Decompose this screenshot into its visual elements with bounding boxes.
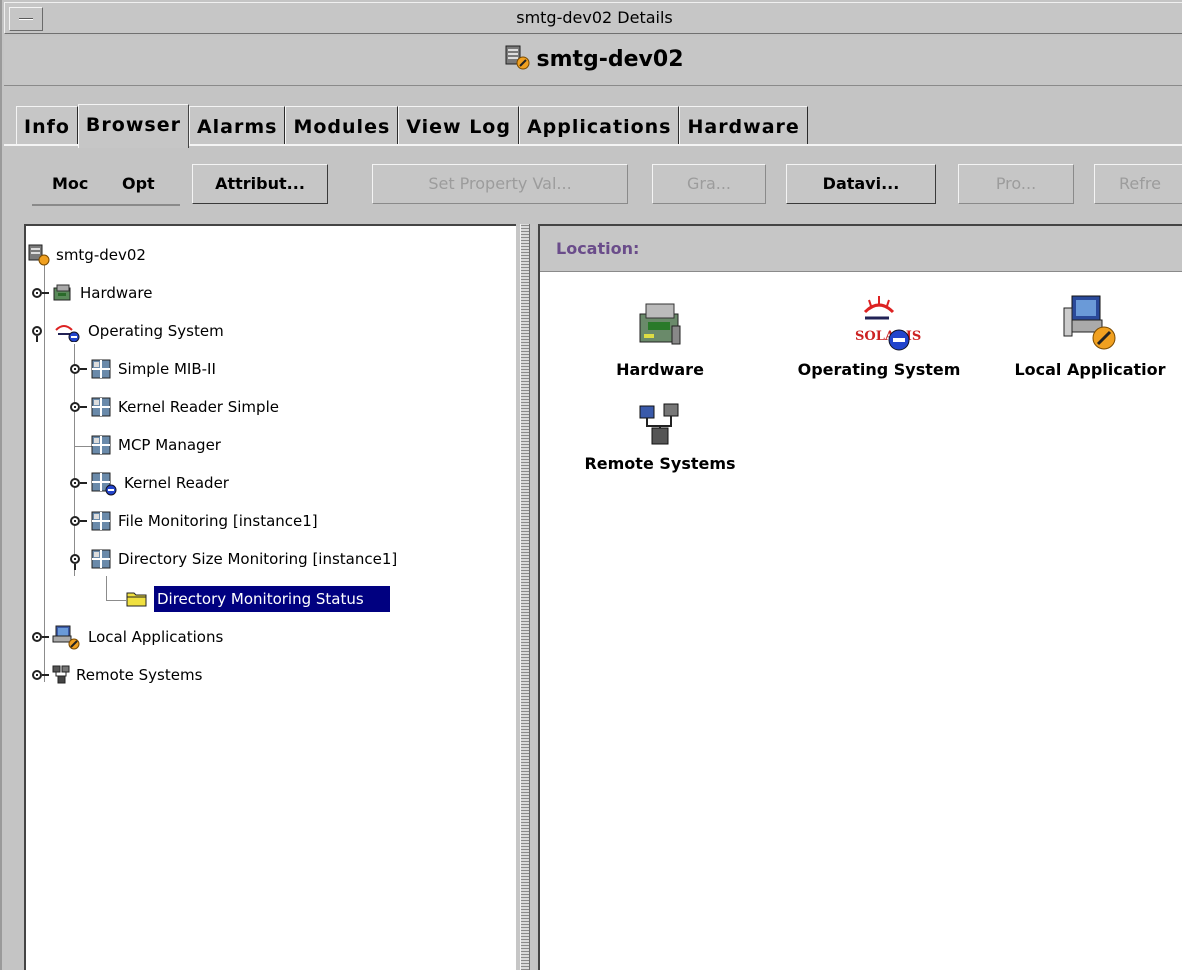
- toolbar: Moc Opt Attribut... Set Property Val... …: [16, 160, 1182, 210]
- tab-modules[interactable]: Modules: [285, 106, 399, 146]
- hardware-icon: [632, 298, 688, 354]
- window-title: smtg-dev02 Details: [516, 8, 673, 27]
- browser-item-label: Local Applicatior: [1014, 360, 1166, 379]
- tree-item-kernel-reader-simple[interactable]: Kernel Reader Simple: [70, 392, 279, 422]
- tree-line: [106, 576, 107, 600]
- tree-label: Simple MIB-II: [118, 360, 216, 378]
- tab-info[interactable]: Info: [16, 106, 78, 146]
- tab-view-log[interactable]: View Log: [398, 106, 519, 146]
- tree-item-local-applications[interactable]: Local Applications: [32, 622, 223, 652]
- splitter-grip[interactable]: [520, 224, 530, 970]
- tab-bar: Info Browser Alarms Modules View Log App…: [16, 104, 808, 148]
- solaris-logo-text: SOLARIS: [855, 329, 921, 344]
- tab-applications[interactable]: Applications: [518, 106, 680, 146]
- set-property-button[interactable]: Set Property Val...: [372, 164, 628, 204]
- expand-toggle-icon[interactable]: [32, 630, 50, 644]
- dataview-button[interactable]: Datavi...: [786, 164, 936, 204]
- tree-item-dir-size-monitoring[interactable]: Directory Size Monitoring [instance1]: [70, 544, 397, 574]
- tree-item-dir-monitoring-status[interactable]: Directory Monitoring Status: [126, 584, 390, 614]
- server-icon: [28, 244, 50, 266]
- refresh-button[interactable]: Refre: [1094, 164, 1182, 204]
- browser-item-local-applications[interactable]: Local Applicatior: [990, 292, 1182, 379]
- tree-label: Operating System: [88, 322, 224, 340]
- host-title: smtg-dev02: [4, 44, 1182, 72]
- tab-hardware[interactable]: Hardware: [679, 106, 808, 146]
- browser-item-label: Remote Systems: [584, 454, 736, 473]
- location-bar: Location:: [540, 226, 1182, 272]
- tree-item-operating-system[interactable]: Operating System: [32, 316, 224, 346]
- remote-systems-icon: [636, 402, 684, 448]
- local-applications-icon: [1058, 292, 1122, 354]
- browser-item-remote-systems[interactable]: Remote Systems: [560, 402, 760, 473]
- module-icon: [90, 434, 112, 456]
- pane-splitter[interactable]: [516, 224, 536, 970]
- tab-browser[interactable]: Browser: [77, 104, 189, 148]
- solaris-icon: [52, 320, 82, 343]
- module-icon: [90, 510, 112, 532]
- tree-label: smtg-dev02: [56, 246, 146, 264]
- probe-button[interactable]: Pro...: [958, 164, 1074, 204]
- local-applications-icon: [52, 624, 82, 650]
- expand-toggle-icon[interactable]: [32, 668, 50, 682]
- tree-item-root[interactable]: smtg-dev02: [28, 240, 146, 270]
- expand-toggle-icon[interactable]: [70, 514, 88, 528]
- collapse-toggle-icon[interactable]: [32, 324, 50, 342]
- tree-line: [106, 600, 126, 601]
- tree-label: File Monitoring [instance1]: [118, 512, 318, 530]
- tree-item-simple-mib[interactable]: Simple MIB-II: [70, 354, 216, 384]
- hardware-icon: [52, 282, 74, 304]
- folder-icon: [126, 588, 148, 610]
- tree-label: Directory Size Monitoring [instance1]: [118, 550, 398, 568]
- details-window: smtg-dev02 Details smtg-dev02 Info Brows…: [0, 0, 1182, 970]
- tree-label: Hardware: [80, 284, 153, 302]
- expand-toggle-icon[interactable]: [70, 400, 88, 414]
- expand-toggle-icon[interactable]: [70, 476, 88, 490]
- location-label: Location:: [556, 239, 640, 258]
- server-icon: [504, 44, 530, 70]
- graph-button[interactable]: Gra...: [652, 164, 766, 204]
- tree-label: Remote Systems: [76, 666, 203, 684]
- collapse-toggle-icon[interactable]: [70, 552, 88, 570]
- tree-item-hardware[interactable]: Hardware: [32, 278, 152, 308]
- tree-label-selected: Directory Monitoring Status: [154, 586, 390, 612]
- title-bar[interactable]: smtg-dev02 Details: [4, 2, 1182, 34]
- browser-panel: Location: Hardware SOLARIS Operating Sys…: [538, 224, 1182, 970]
- expand-toggle-icon[interactable]: [70, 362, 88, 376]
- modules-menu[interactable]: Moc: [52, 164, 88, 204]
- tab-alarms[interactable]: Alarms: [188, 106, 286, 146]
- tree-item-kernel-reader[interactable]: Kernel Reader: [70, 468, 229, 498]
- tree-item-remote-systems[interactable]: Remote Systems: [32, 660, 202, 690]
- browser-item-label: Hardware: [616, 360, 704, 379]
- host-name: smtg-dev02: [536, 47, 684, 72]
- tree-label: Local Applications: [88, 628, 224, 646]
- tree-label: Kernel Reader: [124, 474, 229, 492]
- tree-panel[interactable]: smtg-dev02 Hardware Operating System Sim…: [24, 224, 516, 970]
- remote-systems-icon: [52, 664, 70, 686]
- toolbar-menus: Moc Opt: [32, 164, 180, 206]
- host-header: smtg-dev02: [4, 36, 1182, 86]
- browser-item-hardware[interactable]: Hardware: [600, 298, 720, 379]
- browser-item-operating-system[interactable]: SOLARIS Operating System: [774, 290, 984, 379]
- browser-item-label: Operating System: [797, 360, 961, 379]
- attributes-button[interactable]: Attribut...: [192, 164, 328, 204]
- options-menu[interactable]: Opt: [122, 164, 155, 204]
- module-disabled-icon: [90, 472, 118, 496]
- tree-label: MCP Manager: [118, 436, 221, 454]
- solaris-logo-icon: SOLARIS: [829, 290, 929, 354]
- tree-item-file-monitoring[interactable]: File Monitoring [instance1]: [70, 506, 318, 536]
- tree-label: Kernel Reader Simple: [118, 398, 279, 416]
- module-icon: [90, 396, 112, 418]
- module-icon: [90, 358, 112, 380]
- module-icon: [90, 548, 112, 570]
- tree-item-mcp-manager[interactable]: MCP Manager: [90, 430, 221, 460]
- expand-toggle-icon[interactable]: [32, 286, 50, 300]
